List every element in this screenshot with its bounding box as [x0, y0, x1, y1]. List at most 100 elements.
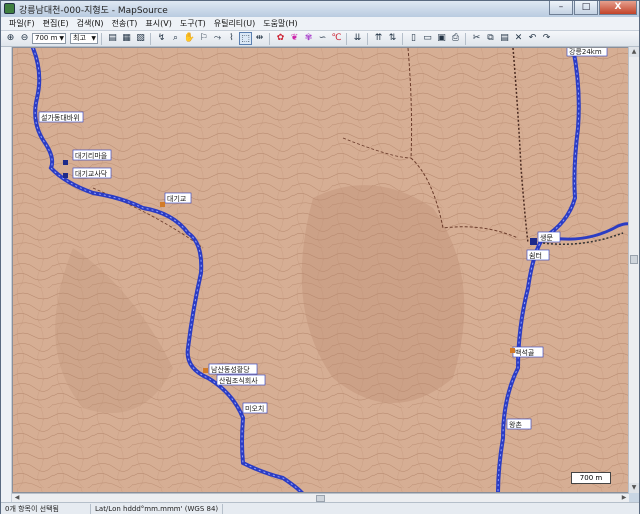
selection-status: 0개 항목이 선택됨 — [1, 503, 91, 514]
zoom-area-icon[interactable]: ⌕ — [169, 32, 182, 45]
map-detail-value: 최고 — [73, 34, 86, 42]
svg-text:생문: 생문 — [540, 233, 553, 242]
menu-edit[interactable]: 편집(E) — [39, 18, 73, 29]
scroll-left-icon[interactable]: ◀ — [12, 494, 22, 502]
waypoint-flag-icon[interactable] — [510, 348, 515, 353]
toolbar-separator — [346, 32, 350, 45]
undo-icon[interactable]: ↶ — [526, 32, 539, 45]
waypoint-flag-icon[interactable] — [530, 238, 537, 245]
status-bar: 0개 항목이 선택됨 Lat/Lon hddd°mm.mmm' (WGS 84) — [1, 502, 639, 514]
delete-icon[interactable]: ✕ — [512, 32, 525, 45]
track-tool-icon[interactable]: ⌇ — [225, 32, 238, 45]
find-address-icon[interactable]: ℃ — [330, 32, 343, 45]
scroll-right-icon[interactable]: ▶ — [619, 494, 629, 502]
map-select-icon[interactable]: ▦ — [120, 32, 133, 45]
zoom-scale-value: 700 m — [35, 34, 58, 42]
find-route-icon[interactable]: ✾ — [302, 32, 315, 45]
vertical-scrollbar[interactable]: ▲ ▼ — [628, 47, 639, 493]
svg-text:대기교: 대기교 — [167, 194, 187, 203]
minimize-button[interactable]: – — [549, 1, 573, 15]
open-file-icon[interactable]: ▭ — [421, 32, 434, 45]
svg-text:왕촌: 왕촌 — [509, 420, 522, 429]
mapsource-app-icon — [4, 3, 15, 14]
map-product-icon[interactable]: ▤ — [106, 32, 119, 45]
svg-text:대기교사닥: 대기교사닥 — [75, 169, 108, 178]
waypoint-label[interactable]: 생문 — [537, 231, 561, 243]
send-to-device-icon[interactable]: ⇈ — [372, 32, 385, 45]
svg-text:쉼터: 쉼터 — [529, 251, 542, 260]
map-view[interactable]: 설가동대바위 대기리마을 대기교사닥 대기교 남산동성황당 산림조식회사 미오치… — [12, 47, 629, 493]
horizontal-scroll-thumb[interactable] — [316, 495, 325, 502]
topographic-map[interactable]: 설가동대바위 대기리마을 대기교사닥 대기교 남산동성황당 산림조식회사 미오치… — [13, 48, 629, 493]
paste-icon[interactable]: ▤ — [498, 32, 511, 45]
zoom-scale-select[interactable]: 700 m ▼ — [32, 33, 66, 44]
find-places-icon[interactable]: ✿ — [274, 32, 287, 45]
waypoint-label[interactable]: 미오치 — [242, 402, 268, 414]
waypoint-flag-icon[interactable] — [63, 173, 68, 178]
waypoint-label[interactable]: 백석골 — [512, 346, 544, 358]
scroll-down-icon[interactable]: ▼ — [629, 483, 639, 493]
menu-bar: 파일(F) 편집(E) 검색(N) 전송(T) 표시(V) 도구(T) 유틸리티… — [1, 17, 639, 31]
hand-tool-icon[interactable]: ✋ — [183, 32, 196, 45]
map-remove-icon[interactable]: ▧ — [134, 32, 147, 45]
menu-view[interactable]: 표시(V) — [141, 18, 175, 29]
print-icon[interactable]: ⎙ — [449, 32, 462, 45]
horizontal-scrollbar[interactable]: ◀ ▶ — [12, 493, 629, 502]
selection-tool-icon[interactable]: ⬚ — [239, 32, 252, 45]
waypoint-label[interactable]: 산림조식회사 — [216, 374, 266, 386]
waypoint-flag-icon[interactable] — [203, 368, 208, 373]
chevron-down-icon: ▼ — [59, 35, 64, 42]
waypoint-label[interactable]: 왕촌 — [506, 418, 532, 430]
menu-file[interactable]: 파일(F) — [5, 18, 39, 29]
waypoint-flag-icon[interactable] — [160, 202, 165, 207]
waypoint-label[interactable]: 강릉24km — [566, 48, 608, 57]
find-track-icon[interactable]: ∽ — [316, 32, 329, 45]
save-file-icon[interactable]: ▣ — [435, 32, 448, 45]
realtime-tracking-icon[interactable]: ⇅ — [386, 32, 399, 45]
svg-text:남산동성황당: 남산동성황당 — [211, 365, 250, 374]
receive-from-device-icon[interactable]: ⇊ — [351, 32, 364, 45]
waypoint-label[interactable]: 남산동성황당 — [208, 363, 258, 375]
waypoint-label[interactable]: 대기리마을 — [72, 149, 112, 161]
scroll-up-icon[interactable]: ▲ — [629, 47, 639, 57]
zoom-out-icon[interactable]: ⊖ — [18, 32, 31, 45]
window-title: 강릉남대천-000-지형도 - MapSource — [19, 6, 168, 16]
find-waypoint-icon[interactable]: ❦ — [288, 32, 301, 45]
svg-text:강릉24km: 강릉24km — [569, 48, 602, 56]
copy-icon[interactable]: ⧉ — [484, 32, 497, 45]
new-file-icon[interactable]: ▯ — [407, 32, 420, 45]
map-scale-value: 700 m — [579, 474, 603, 482]
measure-tool-icon[interactable]: ⇹ — [253, 32, 266, 45]
svg-text:미오치: 미오치 — [245, 404, 264, 413]
menu-utilities[interactable]: 유틸리티(U) — [210, 18, 260, 29]
waypoint-label[interactable]: 설가동대바위 — [38, 111, 84, 123]
chevron-down-icon: ▼ — [91, 35, 96, 42]
route-tool-icon[interactable]: ⤳ — [211, 32, 224, 45]
redo-icon[interactable]: ↷ — [540, 32, 553, 45]
maximize-button[interactable]: □ — [574, 1, 598, 15]
menu-tools[interactable]: 도구(T) — [176, 18, 210, 29]
toolbar-separator — [101, 32, 105, 45]
svg-text:설가동대바위: 설가동대바위 — [41, 113, 80, 122]
waypoint-tool-icon[interactable]: ⚐ — [197, 32, 210, 45]
waypoint-label[interactable]: 대기교 — [164, 192, 192, 204]
vertical-scroll-thumb[interactable] — [630, 255, 638, 264]
zoom-tool-icon[interactable]: ↯ — [155, 32, 168, 45]
menu-transfer[interactable]: 전송(T) — [108, 18, 142, 29]
coordinate-format-status: Lat/Lon hddd°mm.mmm' (WGS 84) — [91, 503, 224, 514]
map-detail-select[interactable]: 최고 ▼ — [70, 33, 98, 44]
toolbar-separator — [402, 32, 406, 45]
zoom-in-icon[interactable]: ⊕ — [4, 32, 17, 45]
waypoint-label[interactable]: 쉼터 — [526, 249, 550, 261]
title-bar: 강릉남대천-000-지형도 - MapSource – □ X — [1, 1, 639, 17]
map-scale-indicator: 700 m — [571, 472, 611, 484]
menu-find[interactable]: 검색(N) — [73, 18, 108, 29]
waypoint-flag-icon[interactable] — [63, 160, 68, 165]
svg-text:대기리마을: 대기리마을 — [75, 151, 108, 160]
left-panel-gutter[interactable] — [1, 47, 12, 502]
menu-help[interactable]: 도움말(H) — [259, 18, 301, 29]
close-button[interactable]: X — [599, 1, 637, 15]
toolbar-separator — [150, 32, 154, 45]
cut-icon[interactable]: ✂ — [470, 32, 483, 45]
waypoint-label[interactable]: 대기교사닥 — [72, 167, 112, 179]
